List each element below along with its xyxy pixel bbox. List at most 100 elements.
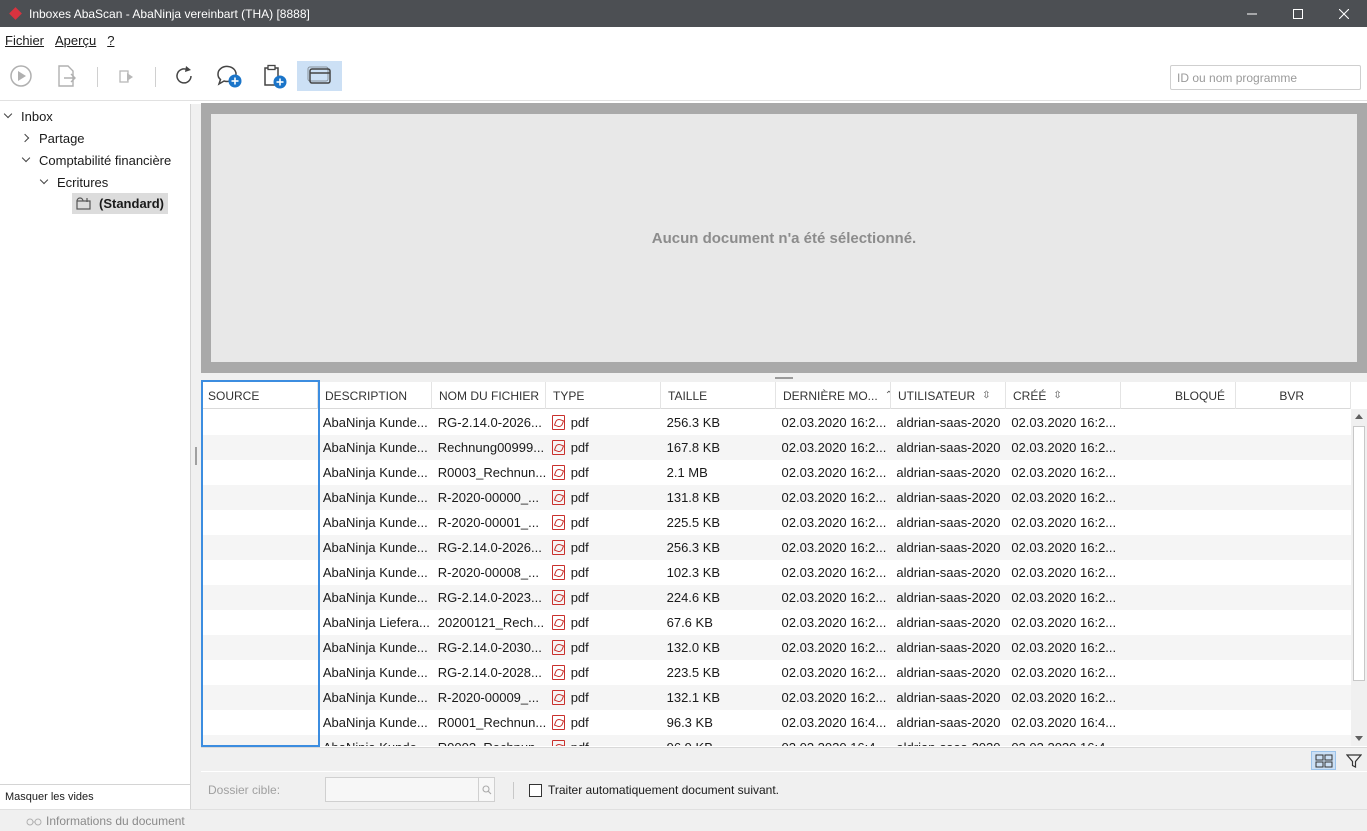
checkbox-box[interactable] bbox=[529, 783, 542, 797]
menu-fichier[interactable]: Fichier bbox=[5, 33, 44, 48]
target-folder-search-button[interactable] bbox=[478, 778, 495, 801]
cell-type-text: pdf bbox=[571, 740, 589, 746]
add-comment-button[interactable] bbox=[212, 61, 246, 91]
table-row[interactable]: AbaNinja Kunde... R-2020-00009_... pdf 132.… bbox=[201, 685, 1351, 710]
maximize-button[interactable] bbox=[1275, 0, 1321, 27]
table-row[interactable]: AbaNinja Kunde... Rechnung00999... pdf 167.… bbox=[201, 435, 1351, 460]
chevron-down-icon[interactable] bbox=[39, 176, 51, 188]
tree-node-inbox[interactable]: Inbox bbox=[3, 105, 53, 127]
refresh-button[interactable] bbox=[167, 61, 201, 91]
menu-apercu[interactable]: Aperçu bbox=[55, 33, 96, 48]
table-row[interactable]: AbaNinja Kunde... R-2020-00000_... pdf 131.… bbox=[201, 485, 1351, 510]
document-info-label[interactable]: Informations du document bbox=[46, 814, 185, 828]
cell-filename: R-2020-00008_... bbox=[433, 560, 547, 585]
forward-button[interactable] bbox=[109, 61, 143, 91]
cell-filename: 20200121_Rech... bbox=[433, 610, 547, 635]
hide-empty-toggle[interactable]: Masquer les vides bbox=[0, 784, 191, 809]
auto-process-checkbox[interactable]: Traiter automatiquement document suivant… bbox=[529, 783, 779, 797]
table-row[interactable]: AbaNinja Kunde... RG-2.14.0-2026... pdf 256… bbox=[201, 410, 1351, 435]
cell-blocked bbox=[1121, 685, 1236, 710]
scroll-up-icon[interactable] bbox=[1355, 414, 1363, 419]
cell-size: 223.5 KB bbox=[662, 660, 777, 685]
cell-type-text: pdf bbox=[570, 565, 589, 580]
table-row[interactable]: AbaNinja Kunde... RG-2.14.0-2030... pdf 132… bbox=[201, 635, 1351, 660]
scroll-down-icon[interactable] bbox=[1355, 736, 1363, 741]
table-row[interactable]: AbaNinja Kunde... RG-2.14.0-2026... pdf 256… bbox=[201, 535, 1351, 560]
cell-description: AbaNinja Kunde... bbox=[318, 510, 433, 535]
cell-created-text: 02.03.2020 16:2... bbox=[1011, 690, 1117, 705]
table-row[interactable]: AbaNinja Kunde... RG-2.14.0-2028... pdf 223… bbox=[201, 660, 1351, 685]
cell-created: 02.03.2020 16:2... bbox=[1006, 685, 1121, 710]
grid-view-button[interactable] bbox=[1311, 751, 1336, 770]
tree-node-standard[interactable]: (Standard) bbox=[72, 193, 168, 214]
cell-modified-text: 02.03.2020 16:2... bbox=[781, 465, 887, 480]
column-header-type[interactable]: TYPE bbox=[546, 382, 661, 409]
maximize-icon bbox=[1293, 8, 1303, 19]
target-folder-input[interactable] bbox=[325, 777, 495, 802]
cell-description-text: AbaNinja Kunde... bbox=[322, 415, 428, 430]
cell-modified: 02.03.2020 16:2... bbox=[777, 660, 892, 685]
pdf-icon bbox=[551, 740, 565, 746]
cell-bvr bbox=[1236, 485, 1351, 510]
filter-button[interactable] bbox=[1341, 751, 1366, 770]
chevron-right-icon[interactable] bbox=[21, 132, 33, 144]
table-row[interactable]: AbaNinja Kunde... R-2020-00001_... pdf 225.… bbox=[201, 510, 1351, 535]
cell-bvr bbox=[1236, 510, 1351, 535]
table-row[interactable]: AbaNinja Kunde... R0001_Rechnun... pdf 96.3… bbox=[201, 710, 1351, 735]
table-row[interactable]: AbaNinja Kunde... RG-2.14.0-2023... pdf 224… bbox=[201, 585, 1351, 610]
add-clipboard-button[interactable] bbox=[257, 61, 291, 91]
column-header-modified[interactable]: DERNIÈRE MO...⌃ bbox=[776, 382, 891, 409]
column-header-bvr[interactable]: BVR bbox=[1236, 382, 1351, 409]
table-row[interactable]: AbaNinja Kunde... R0003_Rechnun... pdf 2.1 … bbox=[201, 460, 1351, 485]
cell-filename-text: RG-2.14.0-2026... bbox=[437, 415, 542, 430]
cell-description-text: AbaNinja Kunde... bbox=[322, 665, 428, 680]
export-document-button[interactable] bbox=[49, 61, 83, 91]
cell-description-text: AbaNinja Kunde... bbox=[322, 440, 428, 455]
cell-description-text: AbaNinja Kunde... bbox=[323, 740, 428, 746]
cell-description: AbaNinja Kunde... bbox=[318, 410, 433, 435]
cell-size: 2.1 MB bbox=[662, 460, 777, 485]
tree-node-ecritures[interactable]: Ecritures bbox=[39, 171, 108, 193]
chevron-down-icon[interactable] bbox=[3, 110, 15, 122]
cell-type-text: pdf bbox=[570, 640, 589, 655]
cell-user: aldrian-saas-2020 bbox=[891, 585, 1006, 610]
cell-source bbox=[201, 735, 318, 746]
table-row[interactable]: AbaNinja Liefera... 20200121_Rech... pdf 67… bbox=[201, 610, 1351, 635]
minimize-button[interactable] bbox=[1229, 0, 1275, 27]
pdf-icon bbox=[551, 665, 565, 680]
tree-node-partage[interactable]: Partage bbox=[21, 127, 85, 149]
program-search-input[interactable] bbox=[1170, 65, 1361, 90]
table-row[interactable]: AbaNinja Kunde... R-2020-00008_... pdf 102.… bbox=[201, 560, 1351, 585]
column-label: NOM DU FICHIER bbox=[439, 388, 539, 403]
column-header-user[interactable]: UTILISATEUR ⇳ bbox=[891, 382, 1006, 409]
preview-window-button[interactable] bbox=[297, 61, 342, 91]
column-header-source[interactable]: SOURCE bbox=[201, 382, 318, 409]
scrollbar-thumb[interactable] bbox=[1353, 426, 1365, 681]
sort-toggle-icon: ⇳ bbox=[1053, 390, 1062, 401]
cell-modified: 02.03.2020 16:2... bbox=[777, 635, 892, 660]
cell-type: pdf bbox=[547, 410, 662, 435]
tree-node-comptabilite[interactable]: Comptabilité financière bbox=[21, 149, 171, 171]
column-header-blocked[interactable]: BLOQUÉ bbox=[1121, 382, 1236, 409]
cell-description: AbaNinja Kunde... bbox=[318, 535, 433, 560]
close-button[interactable] bbox=[1321, 0, 1367, 27]
cell-size-text: 132.1 KB bbox=[666, 690, 721, 705]
cell-bvr bbox=[1236, 735, 1351, 746]
menu-help[interactable]: ? bbox=[107, 33, 114, 48]
cell-created-text: 02.03.2020 16:4... bbox=[1011, 740, 1116, 746]
cell-filename: RG-2.14.0-2028... bbox=[433, 660, 547, 685]
cell-filename-text: Rechnung00999... bbox=[437, 440, 545, 455]
column-header-created[interactable]: CRÉÉ ⇳ bbox=[1006, 382, 1121, 409]
cell-created: 02.03.2020 16:2... bbox=[1006, 560, 1121, 585]
cell-filename: R0002_Rechnun... bbox=[433, 735, 547, 746]
column-header-size[interactable]: TAILLE bbox=[661, 382, 776, 409]
column-header-description[interactable]: DESCRIPTION bbox=[318, 382, 432, 409]
cell-description-text: AbaNinja Kunde... bbox=[322, 640, 428, 655]
column-header-filename[interactable]: NOM DU FICHIER bbox=[432, 382, 546, 409]
cell-size-text: 225.5 KB bbox=[666, 515, 721, 530]
table-row[interactable]: AbaNinja Kunde... R0002_Rechnun... pdf 96.9… bbox=[201, 735, 1351, 746]
play-button[interactable] bbox=[4, 61, 38, 91]
chevron-down-icon[interactable] bbox=[21, 154, 33, 166]
glasses-icon bbox=[26, 818, 42, 825]
grid-vertical-scrollbar[interactable] bbox=[1351, 409, 1367, 746]
